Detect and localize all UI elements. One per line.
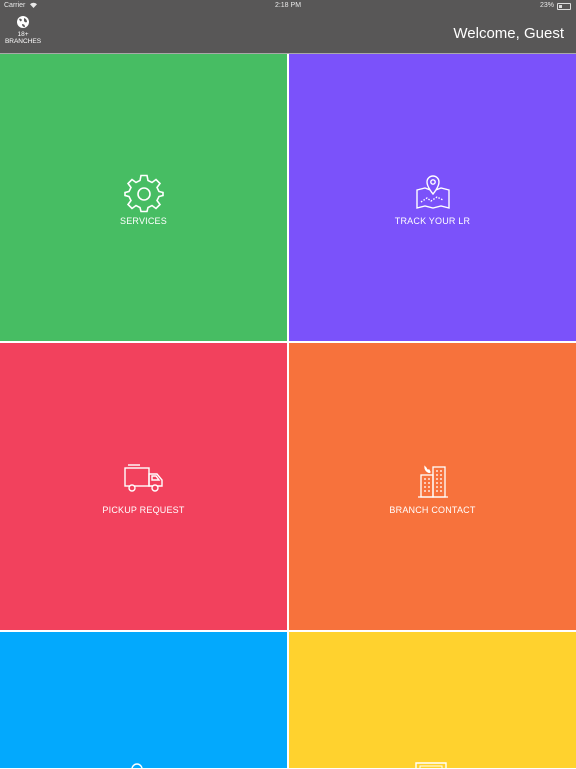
track-lr-label: TRACK YOUR LR	[394, 216, 471, 226]
menu-tile-6[interactable]	[289, 632, 576, 769]
map-pin-icon	[415, 175, 450, 209]
building-icon	[417, 465, 448, 498]
branches-button[interactable]: 18+ BRANCHES	[3, 15, 43, 51]
pin-icon	[131, 763, 143, 769]
pickup-request-label: PICKUP REQUEST	[102, 505, 185, 515]
services-label: SERVICES	[120, 216, 167, 226]
pickup-request-tile[interactable]: PICKUP REQUEST	[0, 343, 287, 630]
branches-label: BRANCHES	[4, 38, 42, 45]
branches-count: 18+	[17, 31, 29, 38]
app-header: 18+ BRANCHES Welcome, Guest	[0, 12, 576, 53]
menu-tile-5[interactable]	[0, 632, 287, 769]
globe-icon	[17, 16, 29, 28]
status-bar: Carrier 2:18 PM 23%	[0, 0, 576, 12]
truck-icon	[123, 464, 163, 492]
track-lr-tile[interactable]: TRACK YOUR LR	[289, 54, 576, 341]
battery-percent: 23%	[539, 2, 554, 9]
services-tile[interactable]: SERVICES	[0, 54, 287, 341]
status-time: 2:18 PM	[274, 2, 302, 9]
welcome-message: Welcome, Guest	[453, 25, 564, 42]
branch-contact-tile[interactable]: BRANCH CONTACT	[289, 343, 576, 630]
branch-contact-label: BRANCH CONTACT	[389, 505, 476, 515]
battery-icon	[557, 3, 571, 10]
gear-icon	[123, 174, 164, 213]
